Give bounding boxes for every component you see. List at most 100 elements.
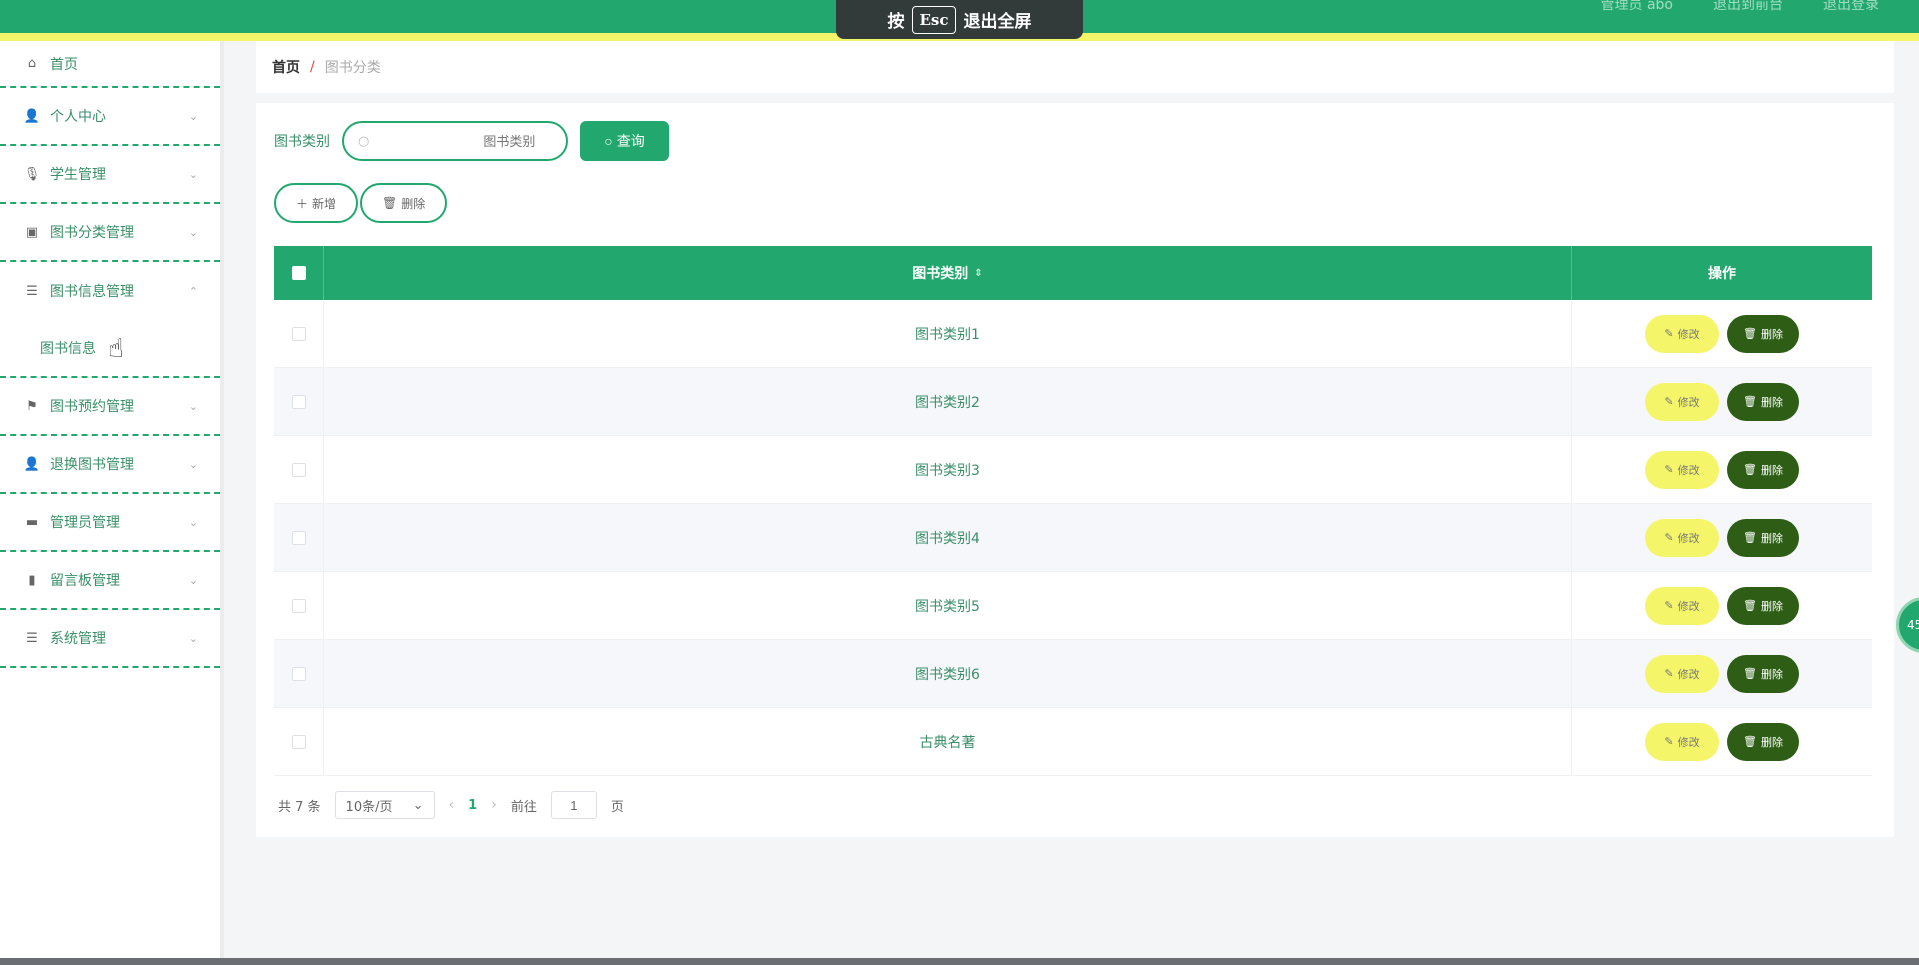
table-row: 古典名著 ✎ 修改 🗑 删除 <box>274 708 1872 776</box>
page-size-select[interactable]: 10条/页 ⌄ <box>334 791 435 819</box>
chevron-down-icon: ⌄ <box>188 225 198 239</box>
delete-button[interactable]: 🗑 删除 <box>1727 654 1799 693</box>
front-page-link[interactable]: 退出到前台 <box>1713 0 1783 12</box>
total-count: 共 7 条 <box>278 799 321 815</box>
row-checkbox[interactable] <box>291 462 306 477</box>
row-op-cell: ✎ 修改 🗑 删除 <box>1572 640 1872 707</box>
edit-icon: ✎ <box>1664 464 1674 476</box>
trash-icon: 🗑 <box>1743 464 1757 476</box>
sort-icon[interactable]: ⇕ <box>974 268 982 279</box>
delete-button[interactable]: 🗑 删除 <box>1727 722 1799 761</box>
chevron-down-icon: ⌄ <box>188 573 198 587</box>
sidebar-item-label: 退换图书管理 <box>50 457 134 473</box>
edit-label: 修改 <box>1677 600 1700 613</box>
chevron-down-icon: ⌄ <box>188 631 198 645</box>
batch-delete-label: 删除 <box>401 196 426 211</box>
row-checkbox[interactable] <box>291 530 306 545</box>
sidebar-item-returns[interactable]: 👤 退换图书管理 ⌄ <box>0 436 220 494</box>
row-checkbox[interactable] <box>291 394 306 409</box>
delete-button[interactable]: 🗑 删除 <box>1727 518 1799 557</box>
logout-link[interactable]: 退出登录 <box>1823 0 1879 12</box>
chevron-down-icon: ⌄ <box>188 399 198 413</box>
table-row: 图书类别3 ✎ 修改 🗑 删除 <box>274 436 1872 504</box>
sidebar-item-reservations[interactable]: ⚑ 图书预约管理 ⌄ <box>0 378 220 436</box>
sidebar-item-students[interactable]: 🎙 学生管理 ⌄ <box>0 146 220 204</box>
edit-label: 修改 <box>1677 668 1700 681</box>
header-name-label: 图书类别 <box>912 266 969 282</box>
row-op-cell: ✎ 修改 🗑 删除 <box>1572 504 1872 571</box>
sidebar-subitem-book-info[interactable]: 图书信息 ☝ <box>0 320 220 378</box>
sidebar-item-book-category[interactable]: ▣ 图书分类管理 ⌄ <box>0 204 220 262</box>
current-user: 管理员 abo <box>1600 0 1673 13</box>
header-op-label: 操作 <box>1708 266 1736 282</box>
edit-button[interactable]: ✎ 修改 <box>1645 654 1719 693</box>
batch-delete-button[interactable]: 🗑 删除 <box>360 183 448 223</box>
sidebar-item-messages[interactable]: ▮ 留言板管理 ⌄ <box>0 552 220 610</box>
next-page-icon[interactable]: › <box>491 797 497 813</box>
action-buttons: ＋ 新增 🗑 删除 <box>274 183 448 223</box>
row-op-cell: ✎ 修改 🗑 删除 <box>1572 708 1872 775</box>
row-check-cell <box>274 436 324 503</box>
trash-icon: 🗑 <box>1743 600 1757 612</box>
row-name-cell: 图书类别6 <box>324 640 1572 707</box>
breadcrumb-separator: / <box>310 59 315 75</box>
sidebar-item-book-info[interactable]: ☰ 图书信息管理 ⌃ <box>0 262 220 320</box>
delete-button[interactable]: 🗑 删除 <box>1727 314 1799 353</box>
delete-label: 删除 <box>1760 328 1783 341</box>
main-panel: 图书类别 ○ ○ 查询 ＋ 新增 🗑 删除 图书类别 ⇕ <box>256 103 1894 837</box>
table-row: 图书类别1 ✎ 修改 🗑 删除 <box>274 300 1872 368</box>
sidebar-subitem-label: 图书信息 <box>40 341 96 357</box>
sidebar-item-label: 个人中心 <box>50 109 106 125</box>
edit-button[interactable]: ✎ 修改 <box>1645 722 1719 761</box>
header-name-cell[interactable]: 图书类别 ⇕ <box>324 246 1572 300</box>
goto-page-input[interactable] <box>550 791 597 819</box>
delete-label: 删除 <box>1760 600 1783 613</box>
row-checkbox[interactable] <box>291 598 306 613</box>
select-all-checkbox[interactable] <box>291 266 306 280</box>
pagination: 共 7 条 10条/页 ⌄ ‹ 1 › 前往 页 <box>278 791 624 819</box>
edit-icon: ✎ <box>1664 532 1674 544</box>
sidebar-item-label: 图书信息管理 <box>50 284 134 300</box>
floating-widget-button[interactable]: 45 <box>1896 597 1919 653</box>
query-button[interactable]: ○ 查询 <box>580 121 669 161</box>
row-checkbox[interactable] <box>291 326 306 341</box>
fullscreen-exit-tip: 按 Esc 退出全屏 <box>836 0 1083 39</box>
chevron-down-icon: ⌄ <box>188 109 198 123</box>
header-check-cell <box>274 246 324 300</box>
edit-button[interactable]: ✎ 修改 <box>1645 314 1719 353</box>
sidebar-item-system[interactable]: ☰ 系统管理 ⌄ <box>0 610 220 668</box>
delete-button[interactable]: 🗑 删除 <box>1727 382 1799 421</box>
edit-button[interactable]: ✎ 修改 <box>1645 586 1719 625</box>
sidebar-item-label: 管理员管理 <box>50 515 120 531</box>
chart-square-icon: ▣ <box>25 224 39 240</box>
row-name-cell: 图书类别3 <box>324 436 1572 503</box>
table-row: 图书类别5 ✎ 修改 🗑 删除 <box>274 572 1872 640</box>
delete-button[interactable]: 🗑 删除 <box>1727 450 1799 489</box>
add-button[interactable]: ＋ 新增 <box>274 183 359 223</box>
row-op-cell: ✎ 修改 🗑 删除 <box>1572 572 1872 639</box>
user-icon: 👤 <box>23 108 41 124</box>
edit-icon: ✎ <box>1664 736 1674 748</box>
sidebar-item-home[interactable]: ⌂ 首页 <box>0 41 220 88</box>
sidebar-item-profile[interactable]: 👤 个人中心 ⌄ <box>0 88 220 146</box>
search-input[interactable] <box>375 133 536 149</box>
search-icon: ○ <box>358 133 370 149</box>
row-checkbox[interactable] <box>291 734 306 749</box>
edit-label: 修改 <box>1677 736 1700 749</box>
floating-widget-label: 45 <box>1907 618 1919 632</box>
delete-button[interactable]: 🗑 删除 <box>1727 586 1799 625</box>
sidebar-item-admins[interactable]: ▬ 管理员管理 ⌄ <box>0 494 220 552</box>
breadcrumb-home[interactable]: 首页 <box>272 57 300 77</box>
sidebar-item-label: 系统管理 <box>50 631 106 647</box>
chevron-down-icon: ⌄ <box>188 515 198 529</box>
prev-page-icon[interactable]: ‹ <box>449 797 455 813</box>
edit-button[interactable]: ✎ 修改 <box>1645 382 1719 421</box>
page-number[interactable]: 1 <box>468 798 477 813</box>
edit-button[interactable]: ✎ 修改 <box>1645 518 1719 557</box>
search-label: 图书类别 <box>274 134 330 150</box>
chevron-down-icon: ⌄ <box>188 167 198 181</box>
edit-icon: ✎ <box>1664 328 1674 340</box>
trash-icon: 🗑 <box>1743 328 1757 340</box>
row-checkbox[interactable] <box>291 666 306 681</box>
edit-button[interactable]: ✎ 修改 <box>1645 450 1719 489</box>
